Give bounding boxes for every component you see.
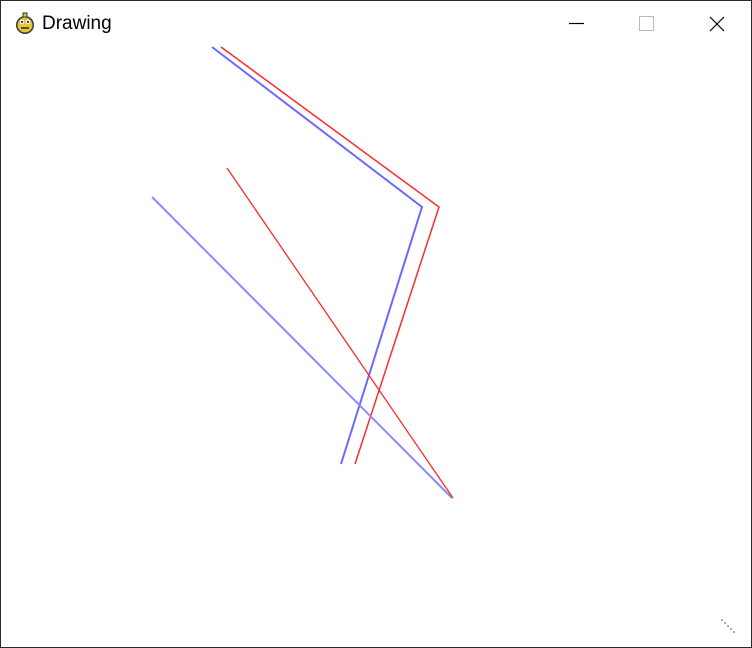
blue-diagonal-line (151, 196, 453, 499)
resize-grip-icon[interactable] (717, 615, 737, 635)
title-bar[interactable]: Drawing (1, 1, 751, 45)
window-title: Drawing (42, 13, 112, 34)
minimize-button[interactable] (541, 1, 611, 45)
app-window: Drawing (0, 0, 752, 648)
minimize-icon (569, 22, 584, 25)
maximize-icon (639, 16, 654, 31)
drawing-canvas[interactable] (1, 1, 751, 647)
python-snake-icon (16, 12, 34, 34)
maximize-button[interactable] (611, 1, 681, 45)
close-button[interactable] (681, 1, 751, 45)
close-icon (709, 16, 725, 32)
blue-angled-line (211, 46, 424, 465)
